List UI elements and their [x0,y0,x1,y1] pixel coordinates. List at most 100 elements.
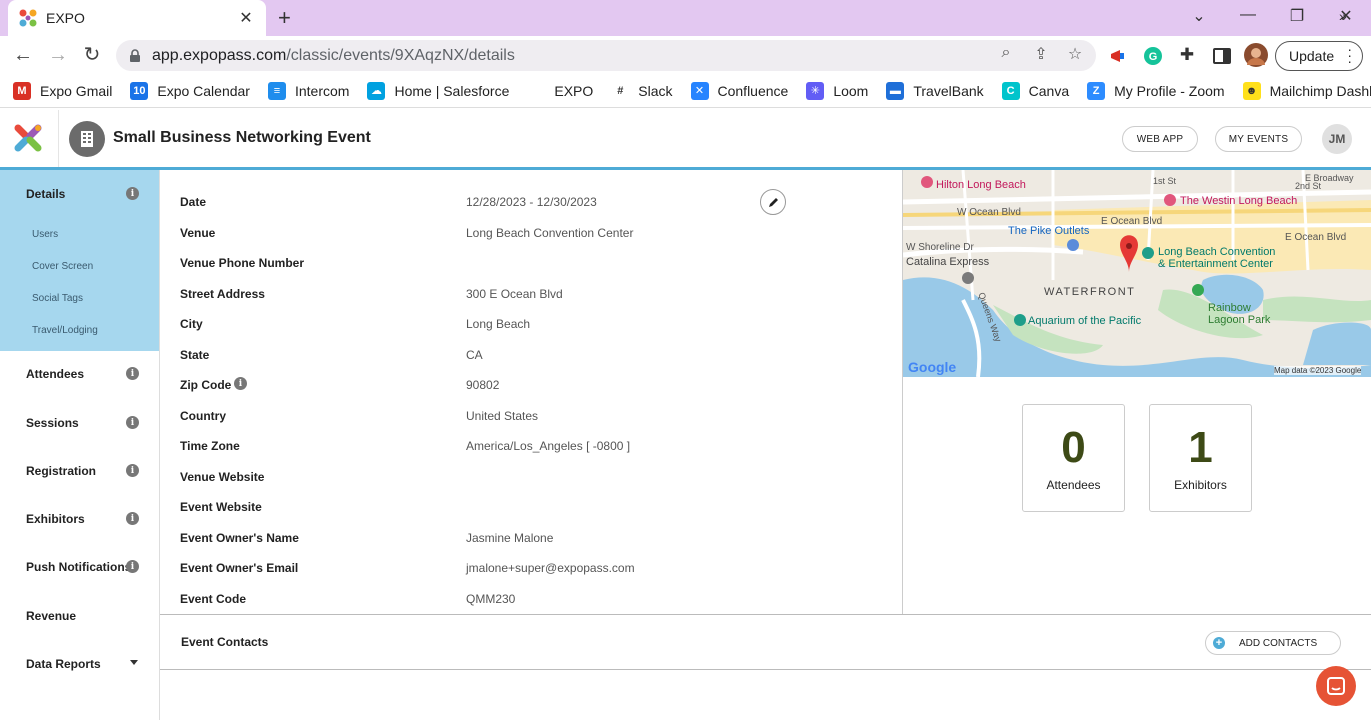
new-tab-icon[interactable]: + [278,6,291,30]
expo-icon [527,81,546,100]
sidebar-subitem-cover-screen[interactable]: Cover Screen [32,261,93,272]
exhibitors-info-icon[interactable]: i [126,512,139,525]
event-code-label: Event Code [180,592,247,606]
chevron-down-icon[interactable] [130,660,138,665]
date-label: Date [180,195,207,209]
loom-icon: ✳ [806,81,825,100]
zip-code-info-icon[interactable]: i [234,377,247,390]
sidebar-item-push-notifications[interactable]: Push Notifications [26,560,131,574]
bookmark-item[interactable]: M Expo Gmail [13,81,112,100]
sidebar-item-exhibitors[interactable]: Exhibitors [26,512,85,526]
slack-icon: # [611,81,630,100]
bookmarks-bar: M Expo Gmail 10 Expo Calendar ≡ Intercom ☁ Home… [0,74,1371,108]
side-panel-icon[interactable] [1212,46,1232,66]
attendees-stat-card[interactable]: 0 Attendees [1022,404,1125,512]
bookmark-item[interactable]: ≡ Intercom [267,81,349,100]
close-tab-icon[interactable]: ✕ [236,8,256,28]
extensions-puzzle-icon[interactable]: ✚ [1177,45,1197,65]
more-bookmarks-icon[interactable]: » [1339,8,1347,24]
zoom-icon[interactable]: ⌕ [996,44,1016,64]
confluence-icon: ✕ [690,81,709,100]
venue-map[interactable]: Hilton Long Beach The Westin Long Beach … [903,170,1371,377]
sidebar-subitem-users[interactable]: Users [32,229,58,240]
google-logo[interactable]: Google [908,359,956,375]
plus-icon: + [1213,637,1225,649]
app-header: Small Business Networking Event WEB APP … [0,110,1371,168]
details-info-icon[interactable]: i [126,187,139,200]
bookmark-star-icon[interactable]: ☆ [1065,44,1085,64]
chat-launcher-button[interactable] [1316,666,1356,706]
event-details-panel: Date 12/28/2023 - 12/30/2023 Venue Long Bea… [160,170,903,615]
tab-search-icon[interactable]: ⌄ [1189,6,1209,26]
web-app-button[interactable]: WEB APP [1122,126,1198,152]
header-divider [58,110,59,168]
edit-details-button[interactable] [760,189,786,215]
registration-info-icon[interactable]: i [126,464,139,477]
expo-logo-icon[interactable] [11,121,45,155]
sidebar: Details i Users Cover Screen Social Tags… [0,170,160,720]
map-label-catalina: Catalina Express [906,256,990,268]
state-value: CA [466,348,483,362]
bookmark-item[interactable]: ✕ Confluence [690,81,788,100]
update-button[interactable]: Update · · · [1275,41,1363,71]
map-label-w-ocean: W Ocean Blvd [957,207,1021,218]
sidebar-subitem-travel-lodging[interactable]: Travel/Lodging [32,325,98,336]
bookmark-item[interactable]: EXPO [527,81,594,100]
bookmark-item[interactable]: ▬ TravelBank [886,81,984,100]
sidebar-item-details[interactable]: Details [26,187,65,201]
push-notifications-info-icon[interactable]: i [126,560,139,573]
zip-code-value: 90802 [466,378,500,392]
sidebar-item-sessions[interactable]: Sessions [26,416,79,430]
bookmark-label: Mailchimp Dashboa... [1269,82,1371,99]
country-label: Country [180,409,226,423]
exhibitors-stat-card[interactable]: 1 Exhibitors [1149,404,1252,512]
sidebar-item-revenue[interactable]: Revenue [26,609,76,623]
bookmark-item[interactable]: 10 Expo Calendar [130,81,250,100]
my-events-button[interactable]: MY EVENTS [1215,126,1302,152]
street-address-label: Street Address [180,287,265,301]
map-label-westin: The Westin Long Beach [1180,195,1298,207]
salesforce-icon: ☁ [367,81,386,100]
share-icon[interactable]: ⇪ [1031,44,1051,64]
tab-title: EXPO [46,10,85,26]
event-contacts-section: Event Contacts + ADD CONTACTS [160,614,1371,670]
address-bar[interactable]: app.expopass.com/classic/events/9XAqzNX/… [116,40,1096,71]
bookmark-item[interactable]: ✳ Loom [806,81,868,100]
attendees-info-icon[interactable]: i [126,367,139,380]
back-icon[interactable]: ← [11,44,35,66]
sidebar-subitem-social-tags[interactable]: Social Tags [32,293,83,304]
map-label-rainbow-1: Rainbow [1208,302,1251,314]
reload-icon[interactable]: ↻ [80,44,104,66]
browser-toolbar: ← → ↻ app.expopass.com/classic/events/9X… [0,36,1371,74]
bookmark-label: EXPO [554,82,594,99]
map-attribution[interactable]: Map data ©2023 Google [1274,366,1362,375]
calendar-icon: 10 [130,81,149,100]
sidebar-item-data-reports[interactable]: Data Reports [26,657,101,671]
lock-icon [130,48,140,62]
bookmark-item[interactable]: ☻ Mailchimp Dashboa... [1242,81,1371,100]
sidebar-item-registration[interactable]: Registration [26,464,96,478]
browser-tab[interactable]: EXPO ✕ [8,0,266,36]
restore-icon[interactable]: ❐ [1287,6,1307,26]
browser-tab-strip: EXPO ✕ + ⌄ — ❐ ✕ [0,0,1371,36]
grammarly-extension-icon[interactable]: G [1143,46,1163,66]
venue-label: Venue [180,226,216,240]
bookmark-item[interactable]: ☁ Home | Salesforce [367,81,509,100]
bookmark-item[interactable]: # Slack [611,81,673,100]
megaphone-extension-icon[interactable] [1108,46,1128,66]
add-contacts-button[interactable]: + ADD CONTACTS [1205,631,1341,655]
map-label-pike: The Pike Outlets [1008,225,1090,237]
sessions-info-icon[interactable]: i [126,416,139,429]
profile-avatar-icon[interactable] [1244,43,1268,67]
map-label-aquarium: Aquarium of the Pacific [1028,315,1142,327]
sidebar-item-attendees[interactable]: Attendees [26,367,84,381]
bookmark-item[interactable]: C Canva [1001,81,1069,100]
bookmark-item[interactable]: Z My Profile - Zoom [1087,81,1225,100]
pencil-icon [768,197,778,207]
minimize-icon[interactable]: — [1238,6,1258,24]
forward-icon[interactable]: → [46,44,70,66]
event-owner-s-name-label: Event Owner's Name [180,531,299,545]
event-owner-s-email-value: jmalone+super@expopass.com [466,561,635,575]
user-avatar[interactable]: JM [1322,124,1352,154]
event-website-label: Event Website [180,500,262,514]
